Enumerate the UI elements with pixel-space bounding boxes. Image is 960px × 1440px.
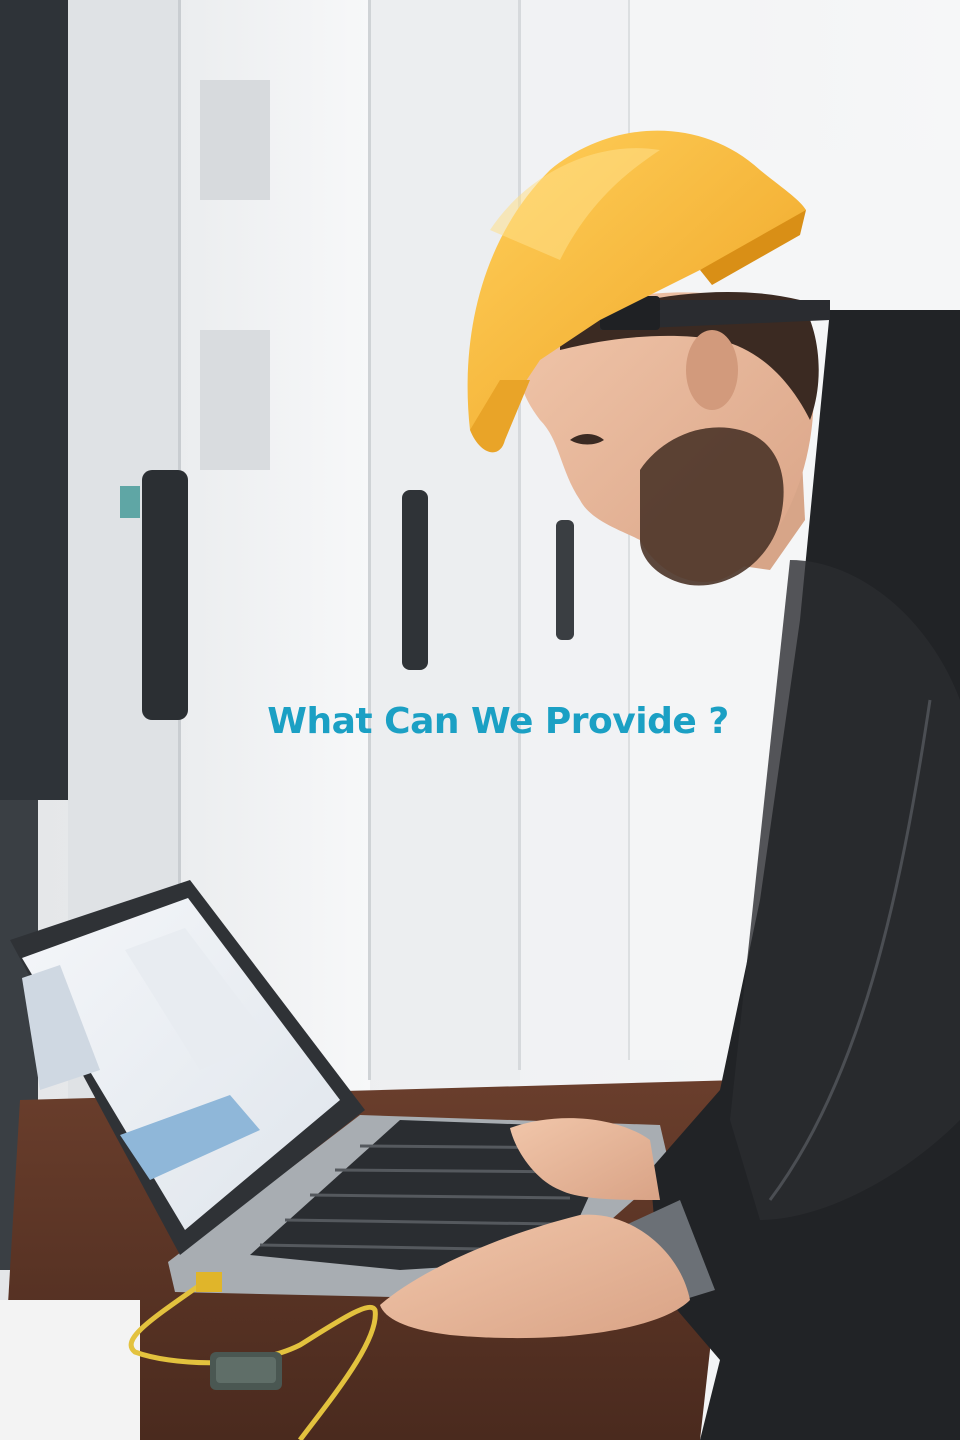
hero-section: What Can We Provide ?: [0, 0, 960, 1440]
headline: What Can We Provide ?: [267, 701, 729, 742]
